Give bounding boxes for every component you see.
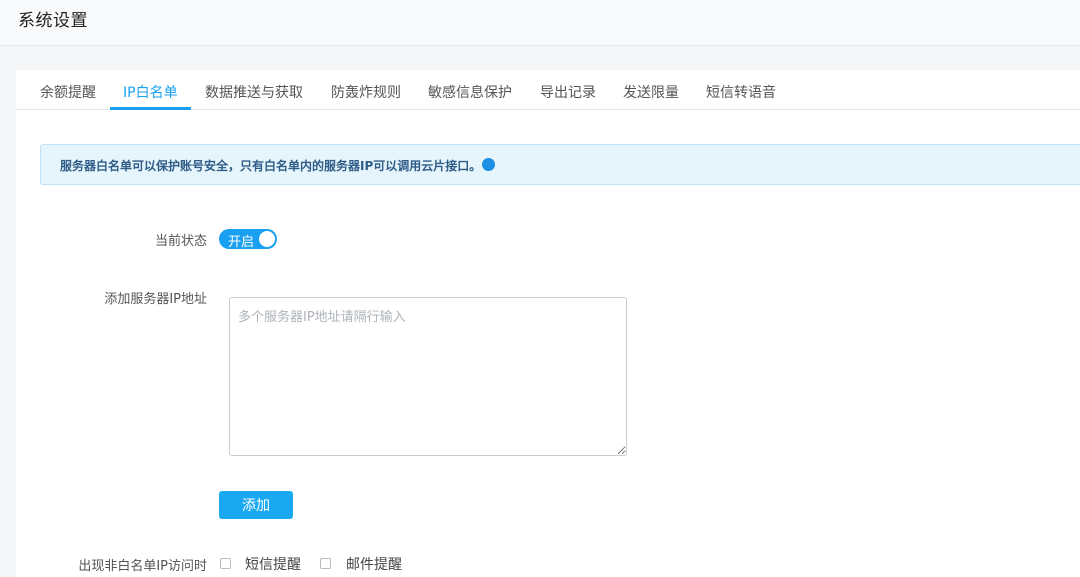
tab-balance-reminder[interactable]: 余额提醒 bbox=[40, 82, 96, 102]
active-tab-indicator bbox=[110, 107, 191, 110]
email-alert-label: 邮件提醒 bbox=[346, 557, 402, 573]
email-alert-checkbox[interactable] bbox=[320, 558, 331, 569]
tab-export-records[interactable]: 导出记录 bbox=[540, 82, 596, 102]
status-toggle[interactable]: 开启 bbox=[219, 229, 277, 250]
notice-text: 服务器白名单可以保护账号安全，只有白名单内的服务器IP可以调用云片接口。 bbox=[60, 159, 482, 173]
status-label: 当前状态 bbox=[154, 234, 207, 249]
tab-sensitive-info[interactable]: 敏感信息保护 bbox=[428, 82, 512, 102]
tab-anti-bombing[interactable]: 防轰炸规则 bbox=[331, 82, 401, 102]
settings-card: 余额提醒 IP白名单 数据推送与获取 防轰炸规则 敏感信息保护 导出记录 发送限… bbox=[16, 70, 1080, 577]
ip-label: 添加服务器IP地址 bbox=[104, 292, 207, 307]
tab-data-push[interactable]: 数据推送与获取 bbox=[205, 82, 303, 102]
info-notice: 服务器白名单可以保护账号安全，只有白名单内的服务器IP可以调用云片接口。 bbox=[40, 144, 1080, 185]
info-dot-icon bbox=[482, 158, 495, 171]
add-button[interactable]: 添加 bbox=[219, 491, 293, 519]
tab-bar: 余额提醒 IP白名单 数据推送与获取 防轰炸规则 敏感信息保护 导出记录 发送限… bbox=[16, 70, 1080, 110]
page-title: 系统设置 bbox=[18, 11, 88, 31]
alert-label: 出现非白名单IP访问时 bbox=[78, 559, 207, 574]
status-toggle-text: 开启 bbox=[228, 235, 255, 250]
tab-ip-whitelist[interactable]: IP白名单 bbox=[123, 82, 178, 102]
toggle-knob bbox=[259, 231, 275, 247]
page-header: 系统设置 bbox=[0, 0, 1080, 46]
tab-sms-to-voice[interactable]: 短信转语音 bbox=[706, 82, 776, 102]
tab-send-limit[interactable]: 发送限量 bbox=[623, 82, 679, 102]
sms-alert-checkbox[interactable] bbox=[220, 558, 231, 569]
ip-address-input[interactable] bbox=[229, 297, 627, 456]
sms-alert-label: 短信提醒 bbox=[245, 557, 301, 573]
